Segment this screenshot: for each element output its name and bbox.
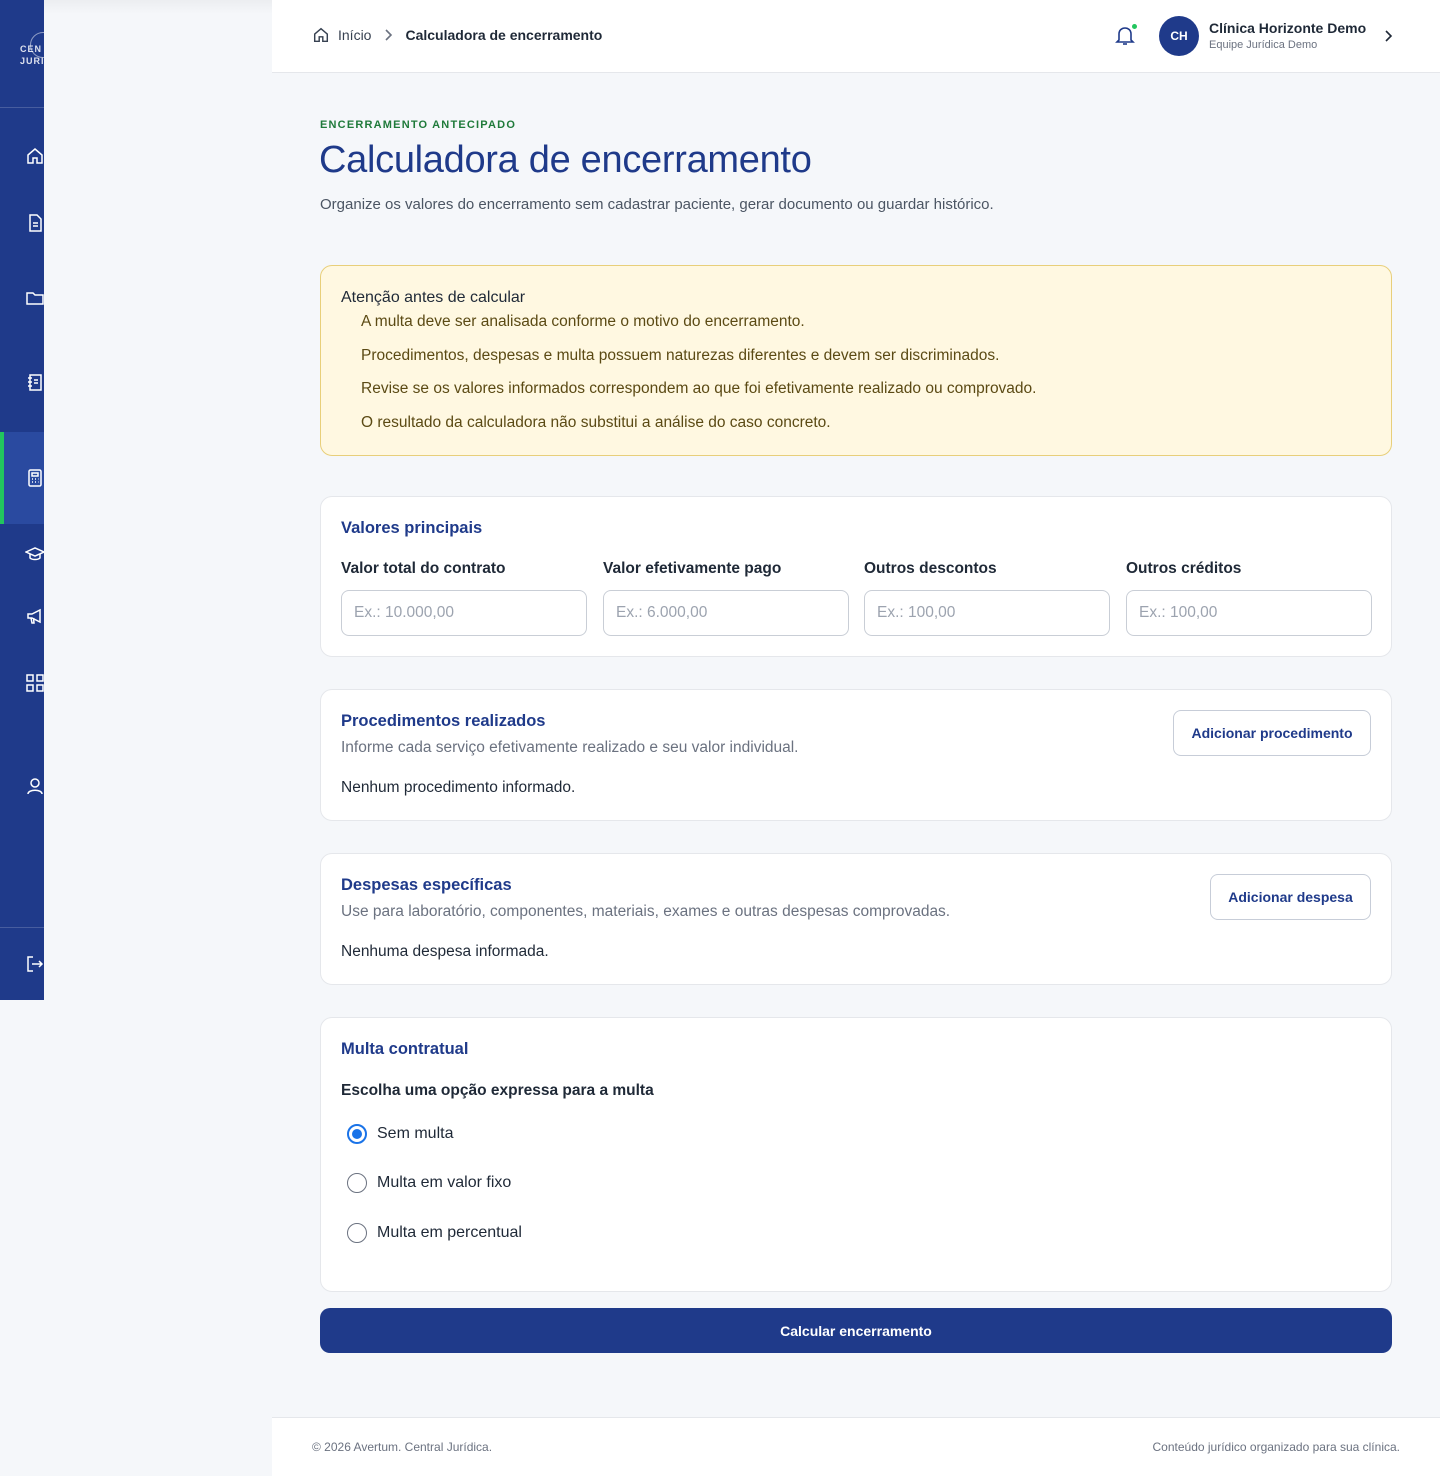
amount-paid-label: Valor efetivamente pago [603, 560, 782, 577]
notification-dot [1132, 24, 1137, 29]
sidebar-item-education[interactable] [0, 534, 44, 574]
warning-alert: Atenção antes de calcular A multa deve s… [320, 265, 1392, 456]
radio-no-penalty[interactable]: Sem multa [347, 1124, 453, 1144]
card-title: Procedimentos realizados [341, 712, 546, 730]
breadcrumb-home[interactable]: Início [312, 26, 371, 44]
card-description: Use para laboratório, componentes, mater… [341, 903, 951, 920]
sidebar-item-notebook[interactable] [0, 362, 44, 402]
contract-total-label: Valor total do contrato [341, 560, 506, 577]
amount-paid-input[interactable] [603, 590, 849, 636]
grid-icon [26, 674, 44, 692]
alert-title: Atenção antes de calcular [341, 289, 526, 306]
other-credits-label: Outros créditos [1126, 560, 1242, 577]
logo-text-line2: JURI [20, 56, 44, 66]
document-icon [29, 214, 42, 232]
breadcrumb: Início Calculadora de encerramento [312, 26, 602, 44]
breadcrumb-current: Calculadora de encerramento [405, 27, 603, 43]
home-icon [313, 27, 329, 43]
user-name[interactable]: Clínica Horizonte Demo [1209, 20, 1366, 36]
penalty-question: Escolha uma opção expressa para a multa [341, 1082, 654, 1099]
card-description: Informe cada serviço efetivamente realiz… [341, 739, 799, 756]
alert-item: Procedimentos, despesas e multa possuem … [361, 346, 1000, 364]
chevron-right-icon[interactable] [1382, 26, 1396, 46]
radio-label: Sem multa [377, 1125, 454, 1142]
graduation-cap-icon [25, 547, 44, 561]
footer-copyright: © 2026 Avertum. Central Jurídica. [312, 1440, 493, 1454]
footer: © 2026 Avertum. Central Jurídica. Conteú… [272, 1417, 1440, 1476]
sidebar: CEN JURI [0, 0, 44, 1000]
card-title: Valores principais [341, 519, 483, 537]
user-icon [27, 778, 43, 795]
alert-list: A multa deve ser analisada conforme o mo… [361, 312, 1036, 446]
notifications-button[interactable] [1114, 24, 1138, 48]
alert-item: A multa deve ser analisada conforme o mo… [361, 313, 805, 330]
radio-label: Multa em valor fixo [377, 1174, 512, 1191]
sidebar-logo[interactable]: CEN JURI [0, 0, 44, 108]
main-values-card: Valores principais Valor total do contra… [320, 496, 1392, 657]
other-discounts-label: Outros descontos [864, 560, 997, 577]
side-panel-shadow [44, 0, 272, 14]
radio-fixed-penalty[interactable]: Multa em valor fixo [347, 1173, 511, 1193]
card-title: Multa contratual [341, 1040, 469, 1058]
empty-state: Nenhuma despesa informada. [341, 943, 549, 960]
breadcrumb-home-label: Início [338, 27, 372, 43]
logout-icon [27, 956, 44, 972]
notebook-icon [28, 374, 42, 391]
other-credits-input[interactable] [1126, 590, 1372, 636]
sidebar-item-calculator[interactable] [0, 432, 44, 524]
sidebar-divider [0, 927, 44, 928]
add-procedure-button[interactable]: Adicionar procedimento [1173, 710, 1371, 756]
user-team: Equipe Jurídica Demo [1209, 39, 1318, 51]
page-title: Calculadora de encerramento [319, 139, 812, 181]
radio-button[interactable] [347, 1173, 367, 1193]
alert-item: O resultado da calculadora não substitui… [361, 413, 831, 431]
sidebar-item-folders[interactable] [0, 278, 44, 318]
contract-total-input[interactable] [341, 590, 587, 636]
sidebar-item-documents[interactable] [0, 203, 44, 243]
page-eyebrow: ENCERRAMENTO ANTECIPADO [320, 119, 517, 131]
folder-icon [26, 292, 44, 305]
alert-item: Revise se os valores informados correspo… [361, 380, 1037, 397]
radio-button[interactable] [347, 1223, 367, 1243]
empty-state: Nenhum procedimento informado. [341, 779, 576, 796]
card-title: Despesas específicas [341, 876, 512, 894]
megaphone-icon [27, 608, 41, 624]
calculate-button[interactable]: Calcular encerramento [320, 1308, 1392, 1353]
sidebar-item-home[interactable] [0, 136, 44, 176]
procedures-card: Procedimentos realizados Informe cada se… [320, 689, 1392, 821]
page-subtitle: Organize os valores do encerramento sem … [320, 196, 994, 213]
calculator-icon [28, 469, 42, 487]
radio-label: Multa em percentual [377, 1224, 522, 1241]
top-header: Início Calculadora de encerramento CH Cl… [272, 0, 1440, 73]
other-discounts-input[interactable] [864, 590, 1110, 636]
radio-percent-penalty[interactable]: Multa em percentual [347, 1223, 522, 1243]
avatar[interactable]: CH [1159, 16, 1199, 56]
sidebar-item-profile[interactable] [0, 766, 44, 806]
chevron-right-icon [385, 29, 393, 41]
radio-button[interactable] [347, 1124, 367, 1144]
footer-tagline: Conteúdo jurídico organizado para sua cl… [1152, 1440, 1401, 1454]
sidebar-item-logout[interactable] [0, 944, 44, 984]
penalty-card: Multa contratual Escolha uma opção expre… [320, 1017, 1392, 1292]
add-expense-button[interactable]: Adicionar despesa [1210, 874, 1371, 920]
sidebar-item-announcements[interactable] [0, 596, 44, 636]
expenses-card: Despesas específicas Use para laboratóri… [320, 853, 1392, 985]
side-panel [44, 0, 272, 1476]
logo-text-line1: CEN [20, 44, 43, 54]
sidebar-item-apps[interactable] [0, 663, 44, 703]
home-icon [27, 148, 43, 164]
